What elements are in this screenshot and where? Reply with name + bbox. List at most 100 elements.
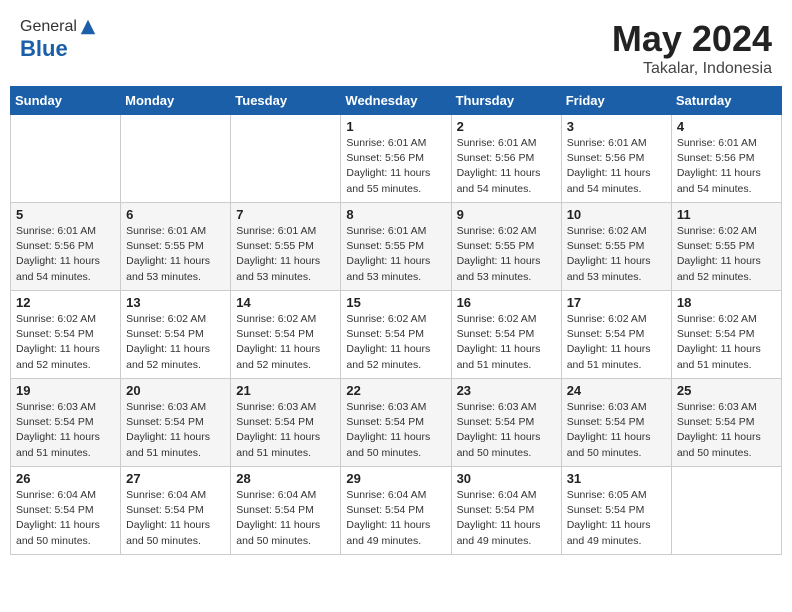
- day-number: 4: [677, 119, 776, 134]
- day-info: Sunrise: 6:04 AM Sunset: 5:54 PM Dayligh…: [16, 488, 115, 549]
- page-header: General Blue May 2024 Takalar, Indonesia: [10, 10, 782, 86]
- calendar-cell: 17 Sunrise: 6:02 AM Sunset: 5:54 PM Dayli…: [561, 291, 671, 379]
- calendar-location: Takalar, Indonesia: [612, 60, 772, 78]
- weekday-header-sunday: Sunday: [11, 87, 121, 115]
- day-info: Sunrise: 6:03 AM Sunset: 5:54 PM Dayligh…: [236, 400, 335, 461]
- logo-icon: [79, 18, 97, 36]
- day-info: Sunrise: 6:01 AM Sunset: 5:56 PM Dayligh…: [16, 224, 115, 285]
- calendar-cell: 5 Sunrise: 6:01 AM Sunset: 5:56 PM Daylig…: [11, 203, 121, 291]
- day-info: Sunrise: 6:03 AM Sunset: 5:54 PM Dayligh…: [677, 400, 776, 461]
- logo: General Blue: [20, 18, 97, 62]
- day-info: Sunrise: 6:02 AM Sunset: 5:54 PM Dayligh…: [677, 312, 776, 373]
- day-number: 23: [457, 383, 556, 398]
- day-number: 12: [16, 295, 115, 310]
- day-number: 27: [126, 471, 225, 486]
- calendar-cell: 24 Sunrise: 6:03 AM Sunset: 5:54 PM Dayli…: [561, 379, 671, 467]
- day-number: 3: [567, 119, 666, 134]
- day-number: 15: [346, 295, 445, 310]
- calendar-cell: 3 Sunrise: 6:01 AM Sunset: 5:56 PM Daylig…: [561, 115, 671, 203]
- calendar-title: May 2024: [612, 18, 772, 60]
- calendar-cell: 10Sunrise: 6:02 AM Sunset: 5:55 PM Dayli…: [561, 203, 671, 291]
- day-number: 29: [346, 471, 445, 486]
- day-info: Sunrise: 6:05 AM Sunset: 5:54 PM Dayligh…: [567, 488, 666, 549]
- day-number: 24: [567, 383, 666, 398]
- day-info: Sunrise: 6:01 AM Sunset: 5:55 PM Dayligh…: [126, 224, 225, 285]
- day-info: Sunrise: 6:04 AM Sunset: 5:54 PM Dayligh…: [236, 488, 335, 549]
- calendar-cell: 14 Sunrise: 6:02 AM Sunset: 5:54 PM Dayli…: [231, 291, 341, 379]
- day-info: Sunrise: 6:02 AM Sunset: 5:54 PM Dayligh…: [126, 312, 225, 373]
- weekday-header-wednesday: Wednesday: [341, 87, 451, 115]
- calendar-cell: 8 Sunrise: 6:01 AM Sunset: 5:55 PM Daylig…: [341, 203, 451, 291]
- day-number: 18: [677, 295, 776, 310]
- logo-general: General: [20, 18, 77, 36]
- day-info: Sunrise: 6:02 AM Sunset: 5:54 PM Dayligh…: [457, 312, 556, 373]
- calendar-cell: 25 Sunrise: 6:03 AM Sunset: 5:54 PM Dayli…: [671, 379, 781, 467]
- calendar-cell: 12 Sunrise: 6:02 AM Sunset: 5:54 PM Dayli…: [11, 291, 121, 379]
- calendar-cell: [671, 467, 781, 555]
- calendar-cell: 22 Sunrise: 6:03 AM Sunset: 5:54 PM Dayli…: [341, 379, 451, 467]
- day-info: Sunrise: 6:03 AM Sunset: 5:54 PM Dayligh…: [16, 400, 115, 461]
- weekday-header-saturday: Saturday: [671, 87, 781, 115]
- calendar-cell: 16Sunrise: 6:02 AM Sunset: 5:54 PM Dayli…: [451, 291, 561, 379]
- calendar-cell: 6 Sunrise: 6:01 AM Sunset: 5:55 PM Daylig…: [121, 203, 231, 291]
- calendar-cell: 20Sunrise: 6:03 AM Sunset: 5:54 PM Dayli…: [121, 379, 231, 467]
- day-number: 9: [457, 207, 556, 222]
- day-info: Sunrise: 6:04 AM Sunset: 5:54 PM Dayligh…: [346, 488, 445, 549]
- weekday-header-tuesday: Tuesday: [231, 87, 341, 115]
- day-number: 25: [677, 383, 776, 398]
- calendar-cell: 27Sunrise: 6:04 AM Sunset: 5:54 PM Dayli…: [121, 467, 231, 555]
- day-info: Sunrise: 6:03 AM Sunset: 5:54 PM Dayligh…: [567, 400, 666, 461]
- calendar-cell: 19 Sunrise: 6:03 AM Sunset: 5:54 PM Dayli…: [11, 379, 121, 467]
- day-info: Sunrise: 6:02 AM Sunset: 5:54 PM Dayligh…: [567, 312, 666, 373]
- calendar-cell: 31 Sunrise: 6:05 AM Sunset: 5:54 PM Dayli…: [561, 467, 671, 555]
- day-number: 8: [346, 207, 445, 222]
- day-number: 1: [346, 119, 445, 134]
- calendar-cell: 7Sunrise: 6:01 AM Sunset: 5:55 PM Daylig…: [231, 203, 341, 291]
- weekday-header-monday: Monday: [121, 87, 231, 115]
- day-number: 28: [236, 471, 335, 486]
- day-info: Sunrise: 6:04 AM Sunset: 5:54 PM Dayligh…: [457, 488, 556, 549]
- day-info: Sunrise: 6:02 AM Sunset: 5:54 PM Dayligh…: [16, 312, 115, 373]
- calendar-cell: [121, 115, 231, 203]
- day-number: 2: [457, 119, 556, 134]
- calendar-cell: 28 Sunrise: 6:04 AM Sunset: 5:54 PM Dayli…: [231, 467, 341, 555]
- day-number: 21: [236, 383, 335, 398]
- day-number: 11: [677, 207, 776, 222]
- day-info: Sunrise: 6:02 AM Sunset: 5:55 PM Dayligh…: [457, 224, 556, 285]
- day-info: Sunrise: 6:01 AM Sunset: 5:55 PM Dayligh…: [346, 224, 445, 285]
- calendar-table: SundayMondayTuesdayWednesdayThursdayFrid…: [10, 86, 782, 555]
- day-info: Sunrise: 6:02 AM Sunset: 5:54 PM Dayligh…: [236, 312, 335, 373]
- logo-blue: Blue: [20, 36, 97, 62]
- calendar-cell: 21 Sunrise: 6:03 AM Sunset: 5:54 PM Dayli…: [231, 379, 341, 467]
- day-number: 30: [457, 471, 556, 486]
- day-number: 17: [567, 295, 666, 310]
- day-number: 19: [16, 383, 115, 398]
- calendar-cell: 18 Sunrise: 6:02 AM Sunset: 5:54 PM Dayli…: [671, 291, 781, 379]
- day-info: Sunrise: 6:03 AM Sunset: 5:54 PM Dayligh…: [457, 400, 556, 461]
- calendar-cell: 1 Sunrise: 6:01 AM Sunset: 5:56 PM Daylig…: [341, 115, 451, 203]
- day-number: 14: [236, 295, 335, 310]
- day-number: 10: [567, 207, 666, 222]
- calendar-cell: 4Sunrise: 6:01 AM Sunset: 5:56 PM Daylig…: [671, 115, 781, 203]
- day-info: Sunrise: 6:02 AM Sunset: 5:54 PM Dayligh…: [346, 312, 445, 373]
- day-number: 31: [567, 471, 666, 486]
- day-number: 22: [346, 383, 445, 398]
- calendar-cell: 15 Sunrise: 6:02 AM Sunset: 5:54 PM Dayli…: [341, 291, 451, 379]
- day-info: Sunrise: 6:01 AM Sunset: 5:56 PM Dayligh…: [567, 136, 666, 197]
- day-info: Sunrise: 6:01 AM Sunset: 5:56 PM Dayligh…: [346, 136, 445, 197]
- day-number: 6: [126, 207, 225, 222]
- calendar-cell: 30 Sunrise: 6:04 AM Sunset: 5:54 PM Dayli…: [451, 467, 561, 555]
- title-block: May 2024 Takalar, Indonesia: [612, 18, 772, 78]
- day-number: 7: [236, 207, 335, 222]
- weekday-header-thursday: Thursday: [451, 87, 561, 115]
- day-number: 20: [126, 383, 225, 398]
- day-number: 5: [16, 207, 115, 222]
- calendar-cell: 9 Sunrise: 6:02 AM Sunset: 5:55 PM Daylig…: [451, 203, 561, 291]
- calendar-cell: [231, 115, 341, 203]
- calendar-cell: 13 Sunrise: 6:02 AM Sunset: 5:54 PM Dayli…: [121, 291, 231, 379]
- day-info: Sunrise: 6:03 AM Sunset: 5:54 PM Dayligh…: [346, 400, 445, 461]
- calendar-cell: 26 Sunrise: 6:04 AM Sunset: 5:54 PM Dayli…: [11, 467, 121, 555]
- day-number: 26: [16, 471, 115, 486]
- day-number: 13: [126, 295, 225, 310]
- calendar-cell: [11, 115, 121, 203]
